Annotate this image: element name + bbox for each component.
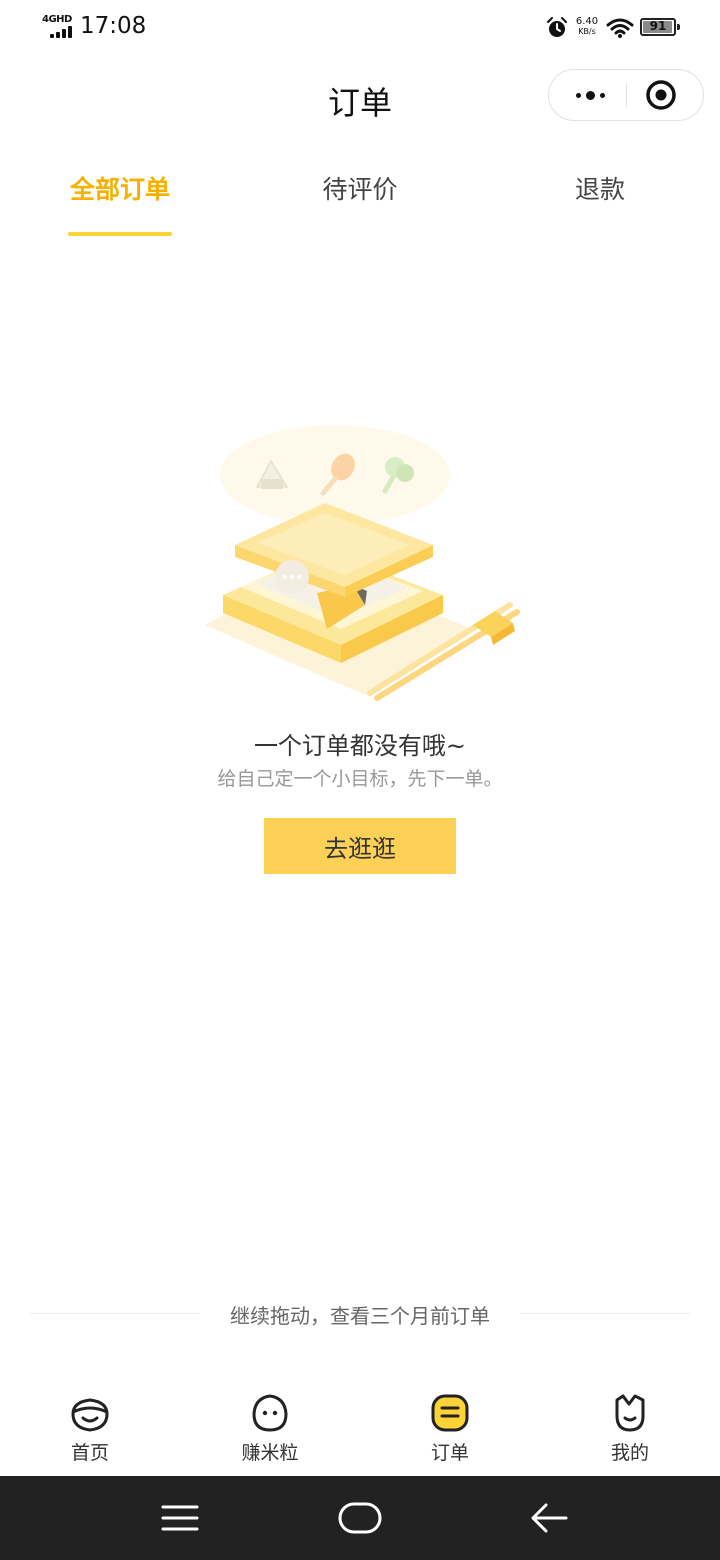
nav-item-home[interactable]: 首页 <box>0 1380 180 1476</box>
speed-unit: KB/s <box>578 27 596 36</box>
close-miniprogram-icon[interactable] <box>645 79 677 111</box>
earn-rice-icon <box>252 1394 288 1432</box>
more-options-button[interactable] <box>559 70 621 120</box>
tab-all-orders[interactable]: 全部订单 <box>60 170 180 238</box>
nav-item-profile[interactable]: 我的 <box>540 1380 720 1476</box>
profile-icon <box>615 1394 645 1432</box>
status-bar: 4GHD 17:08 6.40 KB/s 91 <box>0 0 720 56</box>
go-browse-button[interactable]: 去逛逛 <box>264 818 456 874</box>
menu-icon[interactable] <box>150 1494 210 1542</box>
home-icon <box>71 1398 109 1432</box>
tab-pending-review[interactable]: 待评价 <box>300 170 420 238</box>
empty-order-illustration <box>205 425 520 701</box>
tab-all-orders-label: 全部订单 <box>69 175 170 204</box>
more-dots-icon <box>575 92 581 98</box>
cellular-signal-icon: 4GHD <box>42 14 74 38</box>
active-tab-indicator <box>68 232 172 236</box>
more-dot-center <box>585 90 595 100</box>
back-icon[interactable] <box>520 1494 580 1542</box>
speed-value: 6.40 <box>575 16 599 27</box>
tab-refund-label: 退款 <box>574 175 625 204</box>
hint-divider-right <box>520 1313 690 1314</box>
empty-state-title: 一个订单都没有哦~ <box>253 732 467 760</box>
battery-level: 91 <box>649 19 667 33</box>
more-dot-right <box>599 92 605 98</box>
nav-item-orders[interactable]: 订单 <box>360 1380 540 1476</box>
bottom-tab-bar: 首页 赚米粒 订单 我的 <box>0 1380 720 1476</box>
nav-label-orders: 订单 <box>430 1442 469 1464</box>
nav-label-profile: 我的 <box>610 1442 649 1464</box>
capsule-divider <box>626 83 627 107</box>
empty-state-subtitle: 给自己定一个小目标，先下一单。 <box>217 768 503 790</box>
network-speed: 6.40 KB/s <box>572 17 602 37</box>
alarm-icon <box>547 17 567 37</box>
home-button-icon[interactable] <box>330 1494 390 1542</box>
order-icon <box>431 1394 469 1432</box>
system-nav-bar <box>0 1476 720 1560</box>
wifi-icon <box>606 18 634 38</box>
nav-label-earn-rice: 赚米粒 <box>241 1442 299 1464</box>
older-orders-hint: 继续拖动，查看三个月前订单 <box>230 1304 490 1328</box>
nav-label-home: 首页 <box>70 1442 109 1464</box>
tab-refund[interactable]: 退款 <box>540 170 660 238</box>
hint-divider-left <box>30 1313 200 1314</box>
status-time: 17:08 <box>80 13 147 39</box>
tab-pending-review-label: 待评价 <box>322 175 398 204</box>
network-type-label: 4GHD <box>42 14 72 25</box>
battery-icon: 91 <box>640 18 680 36</box>
nav-item-earn-rice[interactable]: 赚米粒 <box>180 1380 360 1476</box>
capsule-menu <box>548 69 704 121</box>
